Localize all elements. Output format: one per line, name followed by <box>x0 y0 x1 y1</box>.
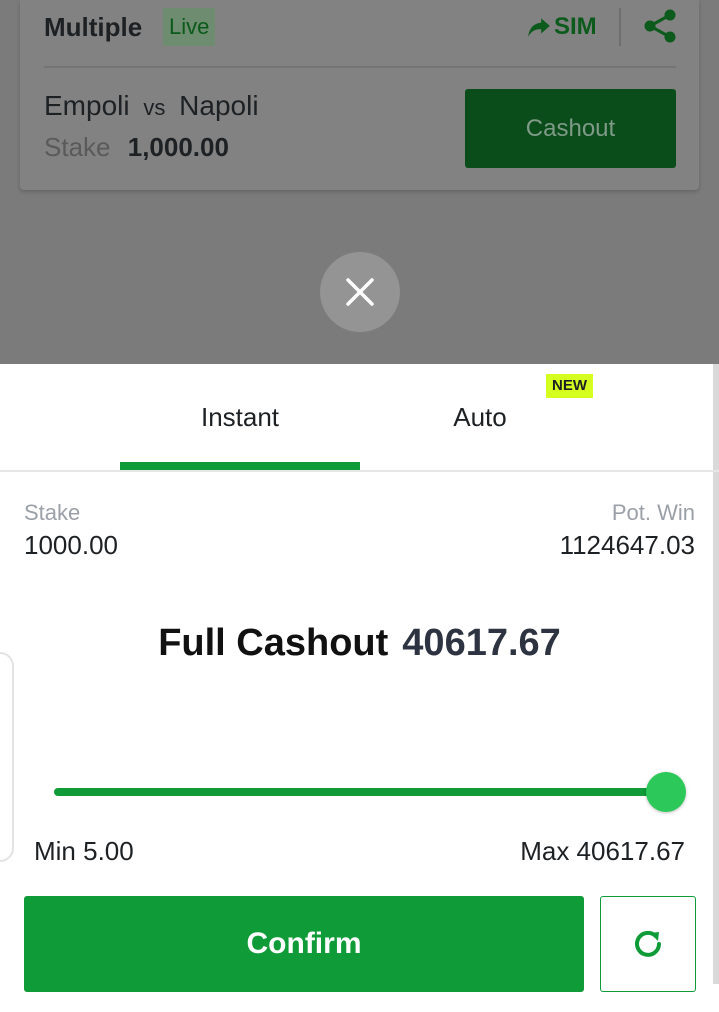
card-stake: Stake 1,000.00 <box>44 132 229 163</box>
share-icon[interactable] <box>640 6 680 46</box>
new-badge: NEW <box>546 374 593 398</box>
away-team: Napoli <box>179 90 259 121</box>
side-panel-edge <box>0 652 14 862</box>
min-cashout-label: Min 5.00 <box>34 836 134 866</box>
modal-backdrop[interactable]: Multiple Live SIM Empoli vs Napoli Stake… <box>0 0 719 364</box>
tab-instant[interactable]: Instant <box>120 364 360 470</box>
active-tab-indicator <box>120 462 360 470</box>
live-badge: Live <box>163 8 216 46</box>
cashout-sheet: Instant Auto NEW Stake 1000.00 Pot. Win … <box>0 364 719 1012</box>
close-icon <box>346 278 374 306</box>
sim-button[interactable]: SIM <box>526 8 597 46</box>
full-cashout-heading: Full Cashout 40617.67 <box>0 622 719 665</box>
full-cashout-amount: 40617.67 <box>402 622 561 664</box>
cashout-button[interactable]: Cashout <box>465 89 676 168</box>
header-divider <box>619 8 621 46</box>
full-cashout-label: Full Cashout <box>158 622 389 664</box>
sim-label: SIM <box>554 13 597 40</box>
confirm-button[interactable]: Confirm <box>24 896 584 992</box>
vs-label: vs <box>143 95 166 120</box>
cashout-tabs: Instant Auto NEW <box>0 364 719 472</box>
stake-label: Stake <box>24 500 81 525</box>
cashout-slider-track[interactable] <box>54 788 666 796</box>
home-team: Empoli <box>44 90 130 121</box>
card-divider <box>44 66 676 68</box>
card-stake-value: 1,000.00 <box>127 132 229 162</box>
cashout-slider-thumb[interactable] <box>646 772 686 812</box>
bet-type-title: Multiple <box>44 12 143 42</box>
card-stake-label: Stake <box>44 132 111 162</box>
bet-card: Multiple Live SIM Empoli vs Napoli Stake… <box>20 0 699 190</box>
refresh-button[interactable] <box>600 896 696 992</box>
stake-value: 1000.00 <box>24 530 118 560</box>
match-name: Empoli vs Napoli <box>44 90 259 122</box>
close-button[interactable] <box>320 252 400 332</box>
refresh-icon <box>635 930 661 957</box>
pot-win-label: Pot. Win <box>611 500 695 525</box>
pot-win-value: 1124647.03 <box>559 530 695 560</box>
forward-arrow-icon <box>528 18 550 37</box>
max-cashout-label: Max 40617.67 <box>520 836 685 866</box>
